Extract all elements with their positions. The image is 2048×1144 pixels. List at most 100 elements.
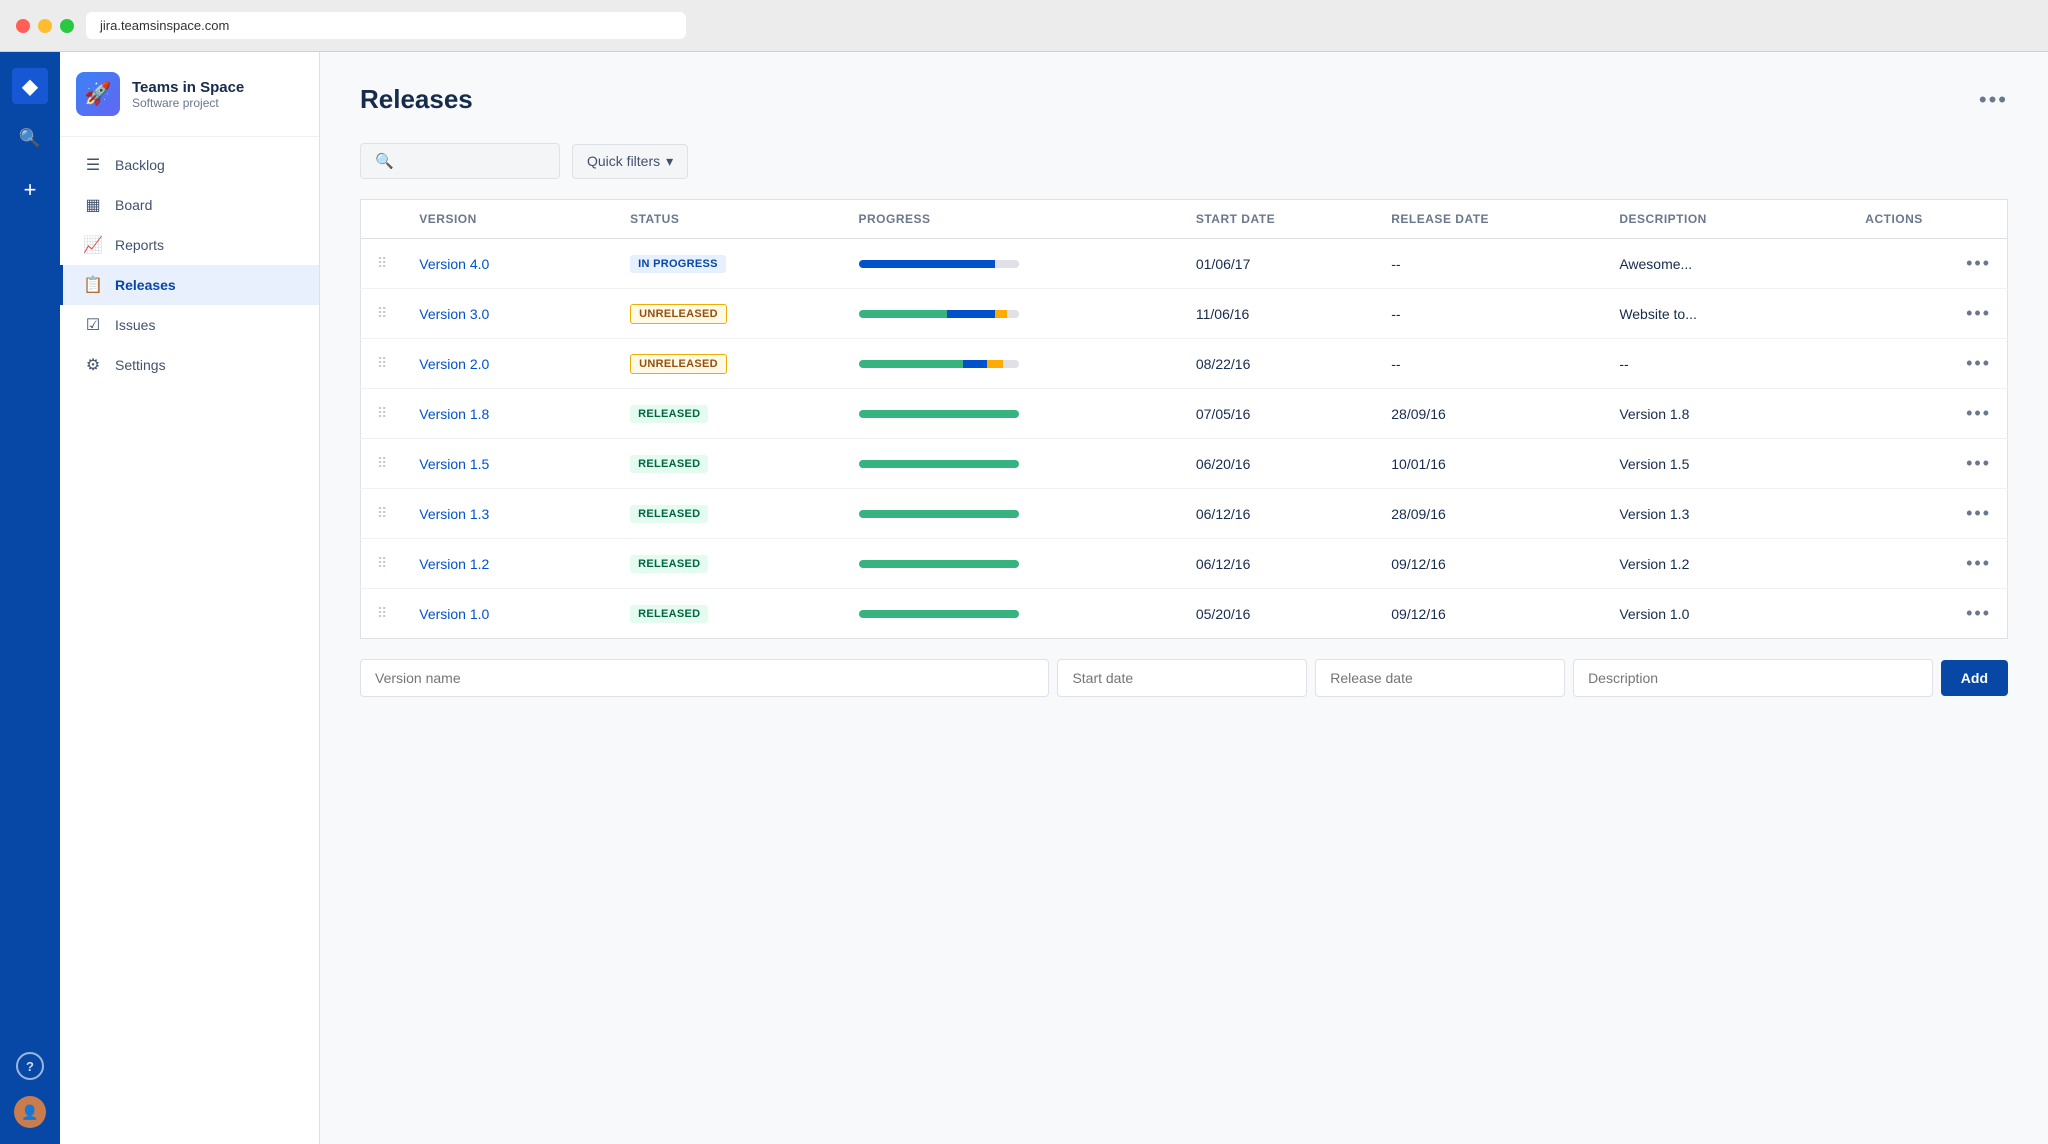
description-input[interactable]: [1573, 659, 1933, 697]
actions-cell: •••: [1849, 389, 2007, 439]
row-actions-button[interactable]: •••: [1966, 603, 1991, 623]
version-name-input[interactable]: [360, 659, 1049, 697]
version-cell: Version 1.3: [403, 489, 614, 539]
version-cell: Version 3.0: [403, 289, 614, 339]
start-date-cell: 01/06/17: [1180, 239, 1375, 289]
sidebar-item-releases[interactable]: 📋 Releases: [60, 265, 319, 305]
start-date-input[interactable]: [1057, 659, 1307, 697]
version-link[interactable]: Version 1.3: [419, 506, 489, 522]
traffic-lights: [16, 19, 74, 33]
row-actions-button[interactable]: •••: [1966, 303, 1991, 323]
drag-handle[interactable]: ⠿: [377, 455, 387, 471]
drag-handle[interactable]: ⠿: [377, 305, 387, 321]
row-actions-button[interactable]: •••: [1966, 353, 1991, 373]
table-row: ⠿ Version 2.0 UNRELEASED 08/22/16 -- -- …: [361, 339, 2008, 389]
status-cell: RELEASED: [614, 389, 842, 439]
sidebar-item-issues[interactable]: ☑ Issues: [60, 305, 319, 345]
releases-table: Version Status Progress Start date Relea…: [360, 199, 2008, 639]
create-icon[interactable]: +: [12, 172, 48, 208]
table-row: ⠿ Version 4.0 IN PROGRESS 01/06/17 -- Aw…: [361, 239, 2008, 289]
version-cell: Version 2.0: [403, 339, 614, 389]
search-icon[interactable]: 🔍: [12, 120, 48, 156]
drag-cell: ⠿: [361, 489, 404, 539]
actions-cell: •••: [1849, 339, 2007, 389]
maximize-button[interactable]: [60, 19, 74, 33]
settings-icon: ⚙: [83, 355, 103, 375]
status-badge: RELEASED: [630, 505, 708, 523]
sidebar-item-backlog[interactable]: ☰ Backlog: [60, 145, 319, 185]
progress-bar: [859, 260, 1019, 268]
drag-cell: ⠿: [361, 589, 404, 639]
table-row: ⠿ Version 1.0 RELEASED 05/20/16 09/12/16…: [361, 589, 2008, 639]
sidebar-item-board[interactable]: ▦ Board: [60, 185, 319, 225]
drag-handle[interactable]: ⠿: [377, 505, 387, 521]
version-link[interactable]: Version 4.0: [419, 256, 489, 272]
progress-cell: [843, 389, 1180, 439]
drag-handle[interactable]: ⠿: [377, 355, 387, 371]
col-startdate-header: Start date: [1180, 200, 1375, 239]
drag-handle[interactable]: ⠿: [377, 605, 387, 621]
user-avatar[interactable]: 👤: [14, 1096, 46, 1128]
start-date-cell: 05/20/16: [1180, 589, 1375, 639]
start-date-cell: 07/05/16: [1180, 389, 1375, 439]
search-input[interactable]: [402, 153, 545, 169]
row-actions-button[interactable]: •••: [1966, 553, 1991, 573]
version-cell: Version 1.5: [403, 439, 614, 489]
version-link[interactable]: Version 1.0: [419, 606, 489, 622]
actions-cell: •••: [1849, 589, 2007, 639]
version-link[interactable]: Version 1.5: [419, 456, 489, 472]
releases-icon: 📋: [83, 275, 103, 295]
minimize-button[interactable]: [38, 19, 52, 33]
status-cell: IN PROGRESS: [614, 239, 842, 289]
progress-cell: [843, 489, 1180, 539]
version-link[interactable]: Version 3.0: [419, 306, 489, 322]
release-date-input[interactable]: [1315, 659, 1565, 697]
release-date-cell: 10/01/16: [1375, 439, 1603, 489]
drag-handle[interactable]: ⠿: [377, 405, 387, 421]
actions-cell: •••: [1849, 289, 2007, 339]
status-cell: RELEASED: [614, 489, 842, 539]
version-cell: Version 1.0: [403, 589, 614, 639]
drag-handle[interactable]: ⠿: [377, 555, 387, 571]
version-link[interactable]: Version 1.8: [419, 406, 489, 422]
progress-bar: [859, 310, 1019, 318]
drag-cell: ⠿: [361, 239, 404, 289]
actions-cell: •••: [1849, 539, 2007, 589]
version-link[interactable]: Version 1.2: [419, 556, 489, 572]
sidebar-label-releases: Releases: [115, 277, 176, 293]
add-version-button[interactable]: Add: [1941, 660, 2008, 696]
progress-cell: [843, 439, 1180, 489]
start-date-cell: 06/12/16: [1180, 489, 1375, 539]
version-link[interactable]: Version 2.0: [419, 356, 489, 372]
board-icon: ▦: [83, 195, 103, 215]
reports-icon: 📈: [83, 235, 103, 255]
project-avatar: 🚀: [76, 72, 120, 116]
status-cell: UNRELEASED: [614, 339, 842, 389]
sidebar-label-board: Board: [115, 197, 152, 213]
drag-handle[interactable]: ⠿: [377, 255, 387, 271]
drag-cell: ⠿: [361, 439, 404, 489]
sidebar-item-settings[interactable]: ⚙ Settings: [60, 345, 319, 385]
row-actions-button[interactable]: •••: [1966, 403, 1991, 423]
sidebar-label-issues: Issues: [115, 317, 155, 333]
close-button[interactable]: [16, 19, 30, 33]
more-options-button[interactable]: •••: [1979, 87, 2008, 113]
release-date-cell: 09/12/16: [1375, 589, 1603, 639]
address-bar[interactable]: jira.teamsinspace.com: [86, 12, 686, 39]
status-cell: UNRELEASED: [614, 289, 842, 339]
description-cell: Version 1.2: [1603, 539, 1849, 589]
quick-filters-label: Quick filters: [587, 153, 660, 169]
help-icon[interactable]: ?: [16, 1052, 44, 1080]
project-info: Teams in Space Software project: [132, 79, 303, 110]
row-actions-button[interactable]: •••: [1966, 453, 1991, 473]
add-version-row: Add: [360, 639, 2008, 717]
release-date-cell: 28/09/16: [1375, 489, 1603, 539]
status-badge: RELEASED: [630, 555, 708, 573]
atlassian-logo[interactable]: ◆: [12, 68, 48, 104]
status-cell: RELEASED: [614, 539, 842, 589]
browser-chrome: jira.teamsinspace.com: [0, 0, 2048, 52]
sidebar-item-reports[interactable]: 📈 Reports: [60, 225, 319, 265]
quick-filters-button[interactable]: Quick filters ▾: [572, 144, 688, 179]
row-actions-button[interactable]: •••: [1966, 253, 1991, 273]
row-actions-button[interactable]: •••: [1966, 503, 1991, 523]
